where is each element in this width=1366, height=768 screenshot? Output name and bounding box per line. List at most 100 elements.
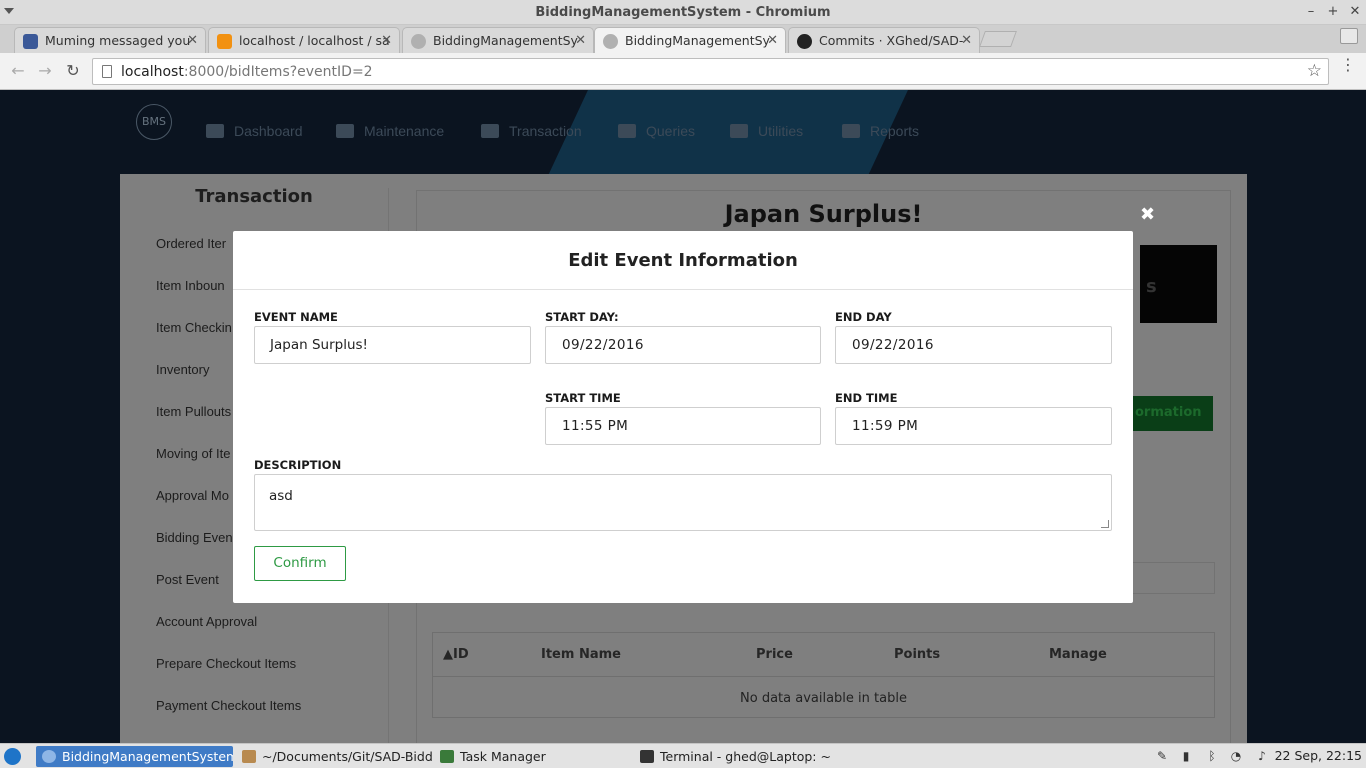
- nav-dashboard[interactable]: Dashboard: [206, 123, 303, 139]
- nav-queries[interactable]: Queries: [618, 123, 695, 139]
- start-time-label: START TIME: [545, 391, 621, 405]
- phpmyadmin-icon: [217, 34, 232, 49]
- sliders-icon: [730, 124, 748, 138]
- tab-label: BiddingManagementSy: [433, 33, 578, 48]
- sidebar-item[interactable]: Payment Checkout Items: [156, 698, 301, 713]
- end-day-input[interactable]: 09/22/2016: [835, 326, 1112, 364]
- terminal-icon: [640, 750, 654, 763]
- os-taskbar: BiddingManagementSystem... ~/Documents/G…: [0, 743, 1366, 768]
- browser-tab[interactable]: Commits · XGhed/SAD- ✕: [788, 27, 980, 53]
- sidebar-item[interactable]: Item Checkin: [156, 320, 232, 335]
- sidebar-item[interactable]: Post Event: [156, 572, 219, 587]
- reload-button[interactable]: ↻: [63, 61, 83, 81]
- globe-icon: [603, 34, 618, 49]
- edit-information-button[interactable]: ormation: [1125, 396, 1213, 431]
- start-time-input[interactable]: 11:55 PM: [545, 407, 821, 445]
- tab-close-icon[interactable]: ✕: [575, 33, 586, 48]
- nav-utilities[interactable]: Utilities: [730, 123, 803, 139]
- sidebar-item[interactable]: Account Approval: [156, 614, 257, 629]
- nav-transaction[interactable]: Transaction: [481, 123, 582, 139]
- table-empty-message: No data available in table: [740, 691, 907, 706]
- table-header: ▲ID Item Name Price Points Manage: [433, 633, 1214, 677]
- tab-label: BiddingManagementSy: [625, 33, 770, 48]
- taskbar-item[interactable]: Task Manager: [434, 746, 630, 767]
- start-menu-icon[interactable]: [4, 748, 21, 765]
- end-time-input[interactable]: 11:59 PM: [835, 407, 1112, 445]
- sidebar-item[interactable]: Prepare Checkout Items: [156, 656, 296, 671]
- sidebar-item[interactable]: Item Pullouts: [156, 404, 231, 419]
- end-day-label: END DAY: [835, 310, 892, 324]
- url-path: :8000/bidItems?eventID=2: [183, 64, 373, 80]
- back-button[interactable]: ←: [8, 61, 28, 81]
- profile-icon[interactable]: [1340, 28, 1358, 44]
- nav-reports[interactable]: Reports: [842, 123, 919, 139]
- taskbar-label: Task Manager: [460, 749, 546, 764]
- tab-strip: Muming messaged you ✕ localhost / localh…: [0, 25, 1366, 54]
- browser-menu-icon[interactable]: ⋮: [1340, 57, 1356, 73]
- sidebar-item[interactable]: Bidding Even: [156, 530, 233, 545]
- bms-logo[interactable]: BMS: [136, 104, 172, 140]
- forward-button[interactable]: →: [35, 61, 55, 81]
- facebook-icon: [23, 34, 38, 49]
- sidebar-item[interactable]: Item Inboun: [156, 278, 225, 293]
- browser-tab[interactable]: Muming messaged you ✕: [14, 27, 206, 53]
- modal-title: Edit Event Information: [568, 250, 798, 271]
- sidebar-title: Transaction: [195, 186, 313, 207]
- description-textarea[interactable]: asd: [254, 474, 1112, 531]
- bluetooth-icon[interactable]: ᛒ: [1204, 749, 1220, 763]
- task-manager-icon: [440, 750, 454, 763]
- maximize-button[interactable]: +: [1324, 3, 1342, 21]
- sidebar-item[interactable]: Ordered Iter: [156, 236, 226, 251]
- resize-grip-icon[interactable]: [1101, 520, 1109, 528]
- battery-icon[interactable]: ▮: [1178, 749, 1194, 763]
- bookmark-star-icon[interactable]: ☆: [1307, 61, 1322, 81]
- column-header-id[interactable]: ▲ID: [443, 647, 469, 662]
- wifi-icon[interactable]: ◔: [1228, 749, 1244, 763]
- nav-label: Maintenance: [364, 123, 445, 139]
- column-header-price[interactable]: Price: [756, 647, 793, 662]
- tab-close-icon[interactable]: ✕: [187, 33, 198, 48]
- browser-tab[interactable]: localhost / localhost / sa ✕: [208, 27, 400, 53]
- volume-icon[interactable]: ♪: [1254, 749, 1270, 763]
- confirm-button[interactable]: Confirm: [254, 546, 346, 581]
- nav-maintenance[interactable]: Maintenance: [336, 123, 444, 139]
- list-icon: [842, 124, 860, 138]
- browser-tab-active[interactable]: BiddingManagementSy ✕: [594, 27, 786, 54]
- new-tab-button[interactable]: [979, 31, 1017, 47]
- browser-tab[interactable]: BiddingManagementSy ✕: [402, 27, 594, 53]
- folder-icon: [242, 750, 256, 763]
- tab-close-icon[interactable]: ✕: [381, 33, 392, 48]
- window-title: BiddingManagementSystem - Chromium: [535, 5, 831, 20]
- window-close-button[interactable]: ✕: [1346, 3, 1364, 21]
- notes-icon[interactable]: ✎: [1154, 749, 1170, 763]
- description-label: DESCRIPTION: [254, 458, 342, 472]
- sidebar-item[interactable]: Moving of Ite: [156, 446, 230, 461]
- taskbar-item-active[interactable]: BiddingManagementSystem...: [36, 746, 233, 767]
- tab-close-icon[interactable]: ✕: [961, 33, 972, 48]
- column-header-item-name[interactable]: Item Name: [541, 647, 621, 662]
- minimize-button[interactable]: –: [1302, 3, 1320, 21]
- tab-close-icon[interactable]: ✕: [767, 33, 778, 48]
- url-host: localhost: [121, 64, 184, 80]
- sidebar-item[interactable]: Approval Mo: [156, 488, 229, 503]
- column-header-points[interactable]: Points: [894, 647, 940, 662]
- column-header-manage[interactable]: Manage: [1049, 647, 1107, 662]
- event-title: Japan Surplus!: [724, 200, 923, 228]
- taskbar-item[interactable]: ~/Documents/Git/SAD-Biddi...: [236, 746, 432, 767]
- tab-label: Commits · XGhed/SAD-: [819, 33, 964, 48]
- sidebar-item[interactable]: Inventory: [156, 362, 209, 377]
- app-navbar: BMS Dashboard Maintenance Transaction Qu…: [0, 90, 1366, 172]
- gears-icon: [336, 124, 354, 138]
- event-name-input[interactable]: Japan Surplus!: [254, 326, 531, 364]
- event-name-label: EVENT NAME: [254, 310, 338, 324]
- address-bar[interactable]: localhost:8000/bidItems?eventID=2 ☆: [92, 58, 1329, 85]
- taskbar-label: BiddingManagementSystem...: [62, 749, 233, 764]
- taskbar-item[interactable]: Terminal - ghed@Laptop: ~/...: [634, 746, 830, 767]
- start-day-input[interactable]: 09/22/2016: [545, 326, 821, 364]
- page-icon: [102, 65, 112, 78]
- tab-label: Muming messaged you: [45, 33, 191, 48]
- clock[interactable]: 22 Sep, 22:15: [1275, 748, 1362, 763]
- modal-close-icon[interactable]: ✖: [1140, 204, 1155, 225]
- edit-event-modal: Edit Event Information EVENT NAME Japan …: [233, 231, 1133, 603]
- home-icon: [206, 124, 224, 138]
